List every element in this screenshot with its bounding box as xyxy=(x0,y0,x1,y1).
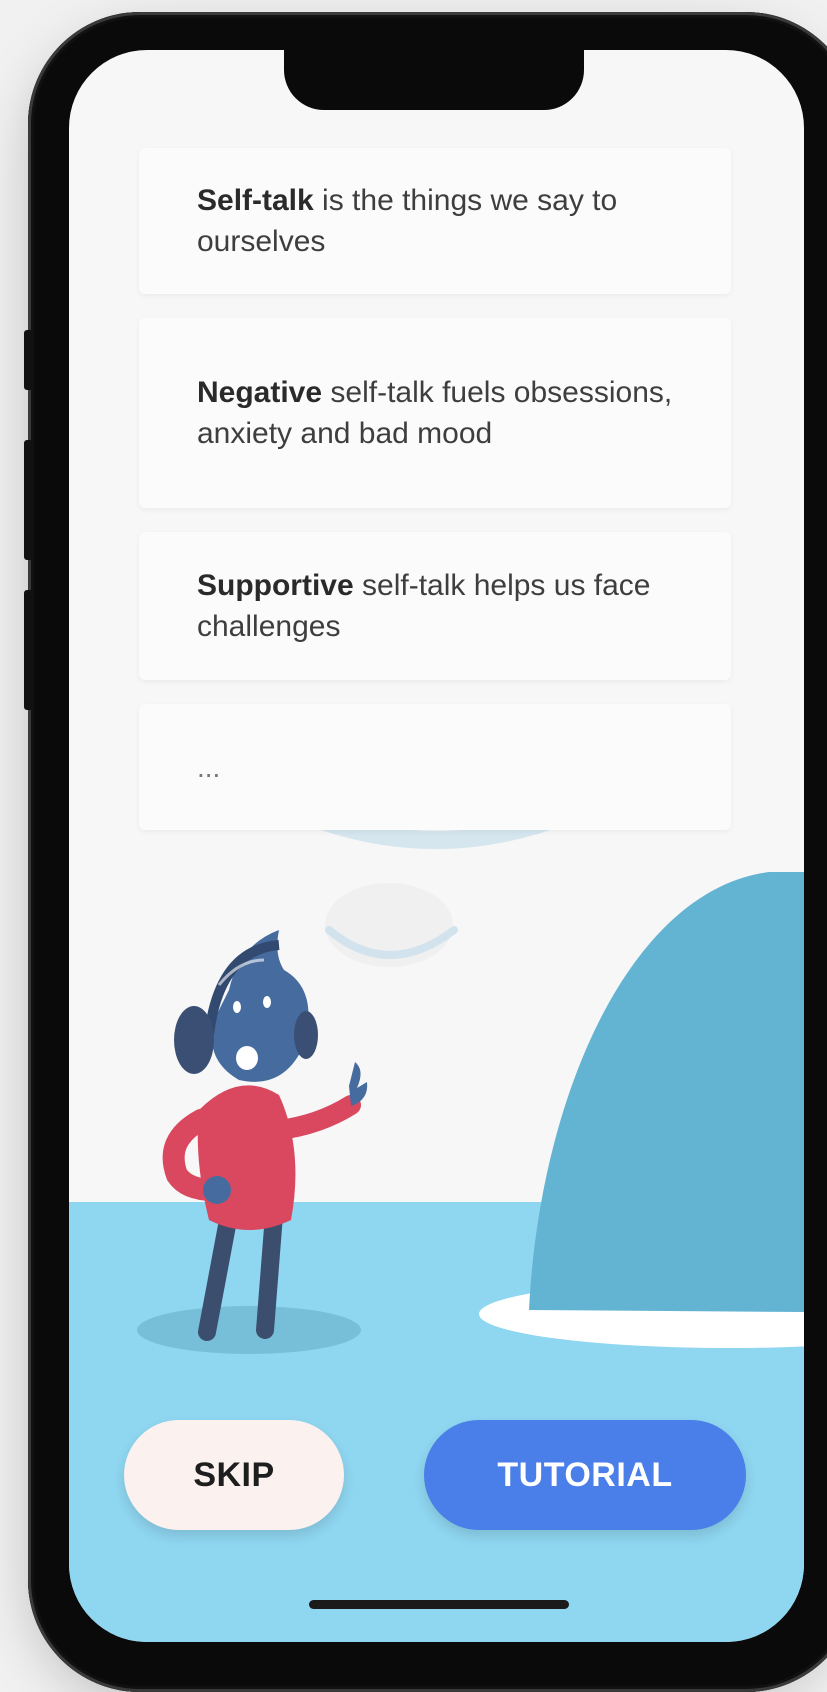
headphone-left xyxy=(174,1006,214,1074)
hill xyxy=(529,872,804,1312)
character-mouth xyxy=(236,1046,258,1070)
info-card-supportive: Supportive self-talk helps us face chall… xyxy=(139,532,731,680)
info-card-ellipsis: ... xyxy=(197,751,221,783)
home-indicator[interactable] xyxy=(309,1600,569,1609)
character-hand-right xyxy=(349,1062,368,1106)
info-card-text: Negative self-talk fuels obsessions, anx… xyxy=(197,372,675,454)
skip-button[interactable]: SKIP xyxy=(124,1420,344,1530)
info-card-keyword: Supportive xyxy=(197,569,354,602)
info-cards: Self-talk is the things we say to oursel… xyxy=(139,148,731,854)
app-screen: Self-talk is the things we say to oursel… xyxy=(69,50,804,1642)
info-card-negative: Negative self-talk fuels obsessions, anx… xyxy=(139,318,731,508)
info-card-text: Self-talk is the things we say to oursel… xyxy=(197,180,675,262)
info-card-text: Supportive self-talk helps us face chall… xyxy=(197,565,675,647)
character-body xyxy=(197,1085,296,1230)
device-silent-switch xyxy=(24,330,34,390)
character-hand-left xyxy=(203,1176,231,1204)
device-volume-up xyxy=(24,440,34,560)
device-notch xyxy=(284,50,584,110)
headphone-right xyxy=(294,1011,318,1059)
info-card-more: ... xyxy=(139,704,731,830)
character-shadow xyxy=(137,1306,361,1354)
device-volume-down xyxy=(24,590,34,710)
info-card-self-talk: Self-talk is the things we say to oursel… xyxy=(139,148,731,294)
tutorial-button[interactable]: TUTORIAL xyxy=(424,1420,746,1530)
character-leg-right xyxy=(256,1206,283,1339)
info-card-keyword: Self-talk xyxy=(197,184,314,217)
info-card-keyword: Negative xyxy=(197,376,323,409)
